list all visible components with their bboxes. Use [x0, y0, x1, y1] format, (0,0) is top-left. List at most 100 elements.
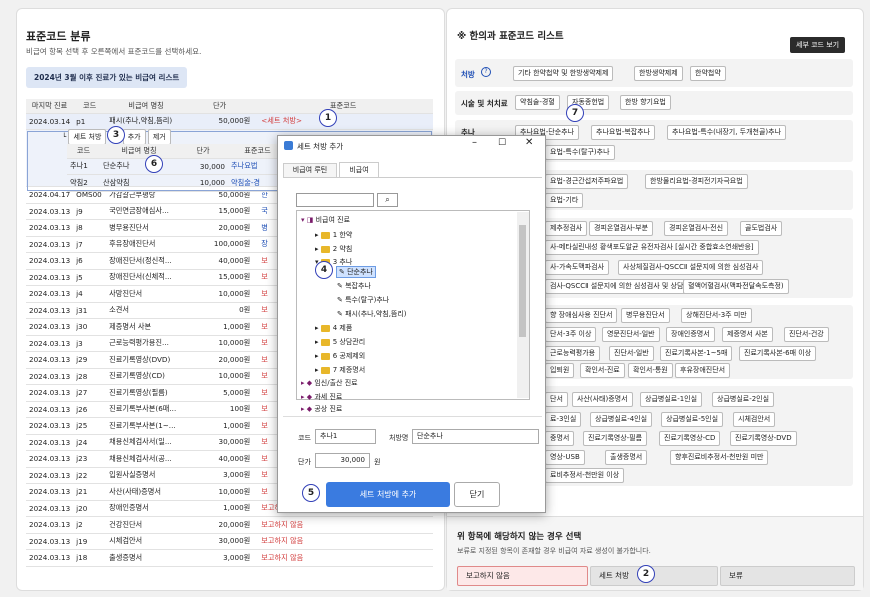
code-tag[interactable]: 한방 향기요법 — [620, 95, 671, 110]
code-tag[interactable]: 입퇴원 — [545, 363, 575, 378]
code-tag[interactable]: 료비추정서-천만원 이상 — [545, 468, 625, 483]
tree-node[interactable]: ▸ 5 상담관리 — [315, 337, 365, 347]
remove-button[interactable]: 제거 — [147, 129, 171, 145]
hold-option[interactable]: 보류 — [720, 566, 855, 586]
code-tag[interactable]: 추나요법-특수(내장기, 두개천골)추나 — [667, 125, 787, 140]
code-tag[interactable]: 진단서-일반 — [609, 346, 654, 361]
code-tag[interactable]: 기타 한약첩약 및 한방생약제제 — [513, 66, 614, 81]
minimize-icon[interactable]: – — [472, 137, 477, 148]
code-tag[interactable]: 출생증명서 — [605, 450, 648, 465]
add-to-set-button[interactable]: 세트 처방에 추가 — [326, 482, 450, 507]
code-tag[interactable]: 약침술-경혈 — [515, 95, 560, 110]
tree-node[interactable]: ▸ 1 한약 — [315, 230, 352, 240]
detail-code-button[interactable]: 세부 코드 보기 — [790, 37, 846, 53]
code-tag[interactable]: 단서-3주 이상 — [545, 327, 597, 342]
code-tag[interactable]: 한방물리요법-경피전기자극요법 — [645, 174, 748, 189]
col-header[interactable]: 표준코드 — [253, 99, 433, 114]
col-header[interactable]: 마지막 진료 — [26, 99, 74, 114]
code-field[interactable]: 추나1 — [315, 429, 376, 444]
tree-node[interactable]: ▸ 2 약침 — [315, 244, 352, 254]
code-tag[interactable]: 중명서 — [545, 431, 575, 446]
code-tag[interactable]: 영상-USB — [545, 450, 585, 465]
code-tag[interactable]: 검사-QSCCⅡ 설문지에 의한 심성검사 및 상담 — [545, 279, 689, 294]
code-tag[interactable]: 요법-특수(탈구)추나 — [545, 145, 615, 160]
code-tag[interactable]: 혈액어혈검사(맥파전달속도측정) — [683, 279, 789, 294]
code-tag[interactable]: 근로능력평가용 — [545, 346, 601, 361]
code-tag[interactable]: 향후진료비추정서-천만원 미만 — [670, 450, 769, 465]
code-tag[interactable]: 장애인증명서 — [666, 327, 715, 342]
tree-node[interactable]: ▸ 6 공제제외 — [315, 351, 365, 361]
search-input[interactable] — [296, 193, 374, 207]
cell: 2024.03.13 — [26, 549, 74, 567]
tree-node-root[interactable]: ▾ ◨ 비급여 진료 — [301, 215, 350, 225]
code-tag[interactable]: 진단서-건강 — [784, 327, 829, 342]
search-icon[interactable]: ⌕ — [377, 193, 398, 207]
table-row[interactable]: 2024.03.13 j2 건강진단서 20,000원 보고하지 않음 — [26, 516, 433, 534]
code-tag[interactable]: 진료기록영상-CD — [659, 431, 721, 446]
code-tag[interactable]: 추나요법-복잡추나 — [591, 125, 656, 140]
add-button[interactable]: 추가 — [122, 129, 146, 145]
code-tag[interactable]: 경피온열검사-전신 — [664, 221, 729, 236]
code-tag[interactable]: 진료기록영상-필름 — [583, 431, 648, 446]
col-header[interactable]: 단가 — [185, 99, 254, 114]
code-tag[interactable]: 영문진단서-일반 — [602, 327, 660, 342]
code-tag[interactable]: 요법-기타 — [545, 193, 584, 208]
code-tag[interactable]: 경피온열검사-부분 — [589, 221, 654, 236]
code-tag[interactable]: 향 장애심사용 진단서 — [545, 308, 618, 323]
tree-node-root[interactable]: ▸ ◆ 과세 진료 — [301, 392, 342, 402]
set-row[interactable]: 추나1 단순추나 30,000 추나요법 — [67, 158, 287, 175]
code-tag[interactable]: 진료기록사본-1~5매 — [660, 346, 733, 361]
code-tag[interactable]: 상급병실료-2인실 — [712, 392, 775, 407]
code-tag[interactable]: 사-메타실린내성 황색포도알균 유전자검사 [실시간 중합효소연쇄반응] — [545, 240, 759, 255]
col-header[interactable]: 코드 — [73, 99, 107, 114]
tree-scroll-thumb[interactable] — [519, 225, 526, 337]
code-tag[interactable]: 료-3인실 — [545, 412, 582, 427]
code-tag[interactable]: 상급병실료-5인실 — [661, 412, 724, 427]
tree-leaf[interactable]: ✎ 특수(탈구)추나 — [337, 295, 389, 305]
code-tag[interactable]: 사상체질검사-QSCCⅡ 설문지에 의한 심성검사 — [618, 260, 764, 275]
code-tag[interactable]: 시체검안서 — [733, 412, 776, 427]
tree-node-root[interactable]: ▸ ◆ 공상 진료 — [301, 404, 342, 414]
code-tag[interactable]: 진료기록영상-DVD — [730, 431, 797, 446]
table-row-selected[interactable]: 2024.03.14 p1 패시(추나,약침,뜸리) 50,000원 <세트 처… — [26, 113, 433, 130]
report-none-option[interactable]: 보고하지 않음 — [457, 566, 588, 586]
filter-pill[interactable]: 2024년 3월 이후 진료가 있는 비급여 리스트 — [26, 67, 188, 88]
code-tag[interactable]: 확인서-진료 — [580, 363, 625, 378]
code-tag[interactable]: 제증명서 사본 — [722, 327, 773, 342]
code-tag[interactable]: 사산(사태)증명서 — [572, 392, 633, 407]
tree-leaf[interactable]: ✎ 복잡추나 — [337, 281, 371, 291]
code-tag[interactable]: 한약첩약 — [690, 66, 726, 81]
code-tag[interactable]: 상해진단서-3주 미만 — [681, 308, 752, 323]
code-tag[interactable]: 한방생약제제 — [634, 66, 683, 81]
tree-node[interactable]: ▸ 4 제품 — [315, 323, 352, 333]
code-tag[interactable]: 단서 — [545, 392, 568, 407]
tab-nonpay[interactable]: 비급여 — [339, 162, 379, 178]
code-tag[interactable]: 사-가속도맥파검사 — [545, 260, 610, 275]
code-tag[interactable]: 후유장애진단서 — [675, 363, 731, 378]
tree-node-root[interactable]: ▸ ◆ 임신/출산 진료 — [301, 378, 358, 388]
maximize-icon[interactable]: ☐ — [498, 138, 506, 148]
set-row[interactable]: 약침2 산삼약침 10,000 약침술-경 — [67, 174, 287, 192]
rx-name-field[interactable]: 단순추나 — [412, 429, 539, 444]
close-icon[interactable]: ✕ — [525, 137, 533, 148]
close-button[interactable]: 닫기 — [454, 482, 500, 507]
code-tag[interactable]: 상급병실료-1인실 — [640, 392, 703, 407]
code-tag[interactable]: 요법-경근간섭저주파요법 — [545, 174, 629, 189]
code-tag[interactable]: 병무용진단서 — [621, 308, 670, 323]
table-row[interactable]: 2024.03.13 j19 시체검안서 30,000원 보고하지 않음 — [26, 533, 433, 550]
cell: 100원 — [185, 401, 254, 418]
tree-leaf[interactable]: ✎ 패시(추나,약침,뜸리) — [337, 309, 407, 319]
help-icon[interactable]: ? — [481, 67, 491, 77]
tree-node[interactable]: ▸ 7 제증명서 — [315, 365, 365, 375]
col-header: 단가 — [178, 144, 228, 159]
code-tag[interactable]: 제추정검사 — [545, 221, 588, 236]
price-field[interactable]: 30,000 — [315, 453, 370, 468]
code-tag[interactable]: 확인서-통원 — [628, 363, 673, 378]
code-tag[interactable]: 골도법검사 — [740, 221, 783, 236]
table-row[interactable]: 2024.03.13 j18 출생증명서 3,000원 보고하지 않음 — [26, 549, 433, 567]
col-header[interactable]: 비급여 명칭 — [106, 99, 186, 114]
tree-leaf-selected[interactable]: ✎ 단순추나 — [336, 266, 376, 278]
code-tag[interactable]: 진료기록사본-6매 이상 — [739, 346, 817, 361]
tab-routine[interactable]: 비급여 루틴 — [283, 163, 337, 178]
code-tag[interactable]: 상급병실료-4인실 — [590, 412, 653, 427]
